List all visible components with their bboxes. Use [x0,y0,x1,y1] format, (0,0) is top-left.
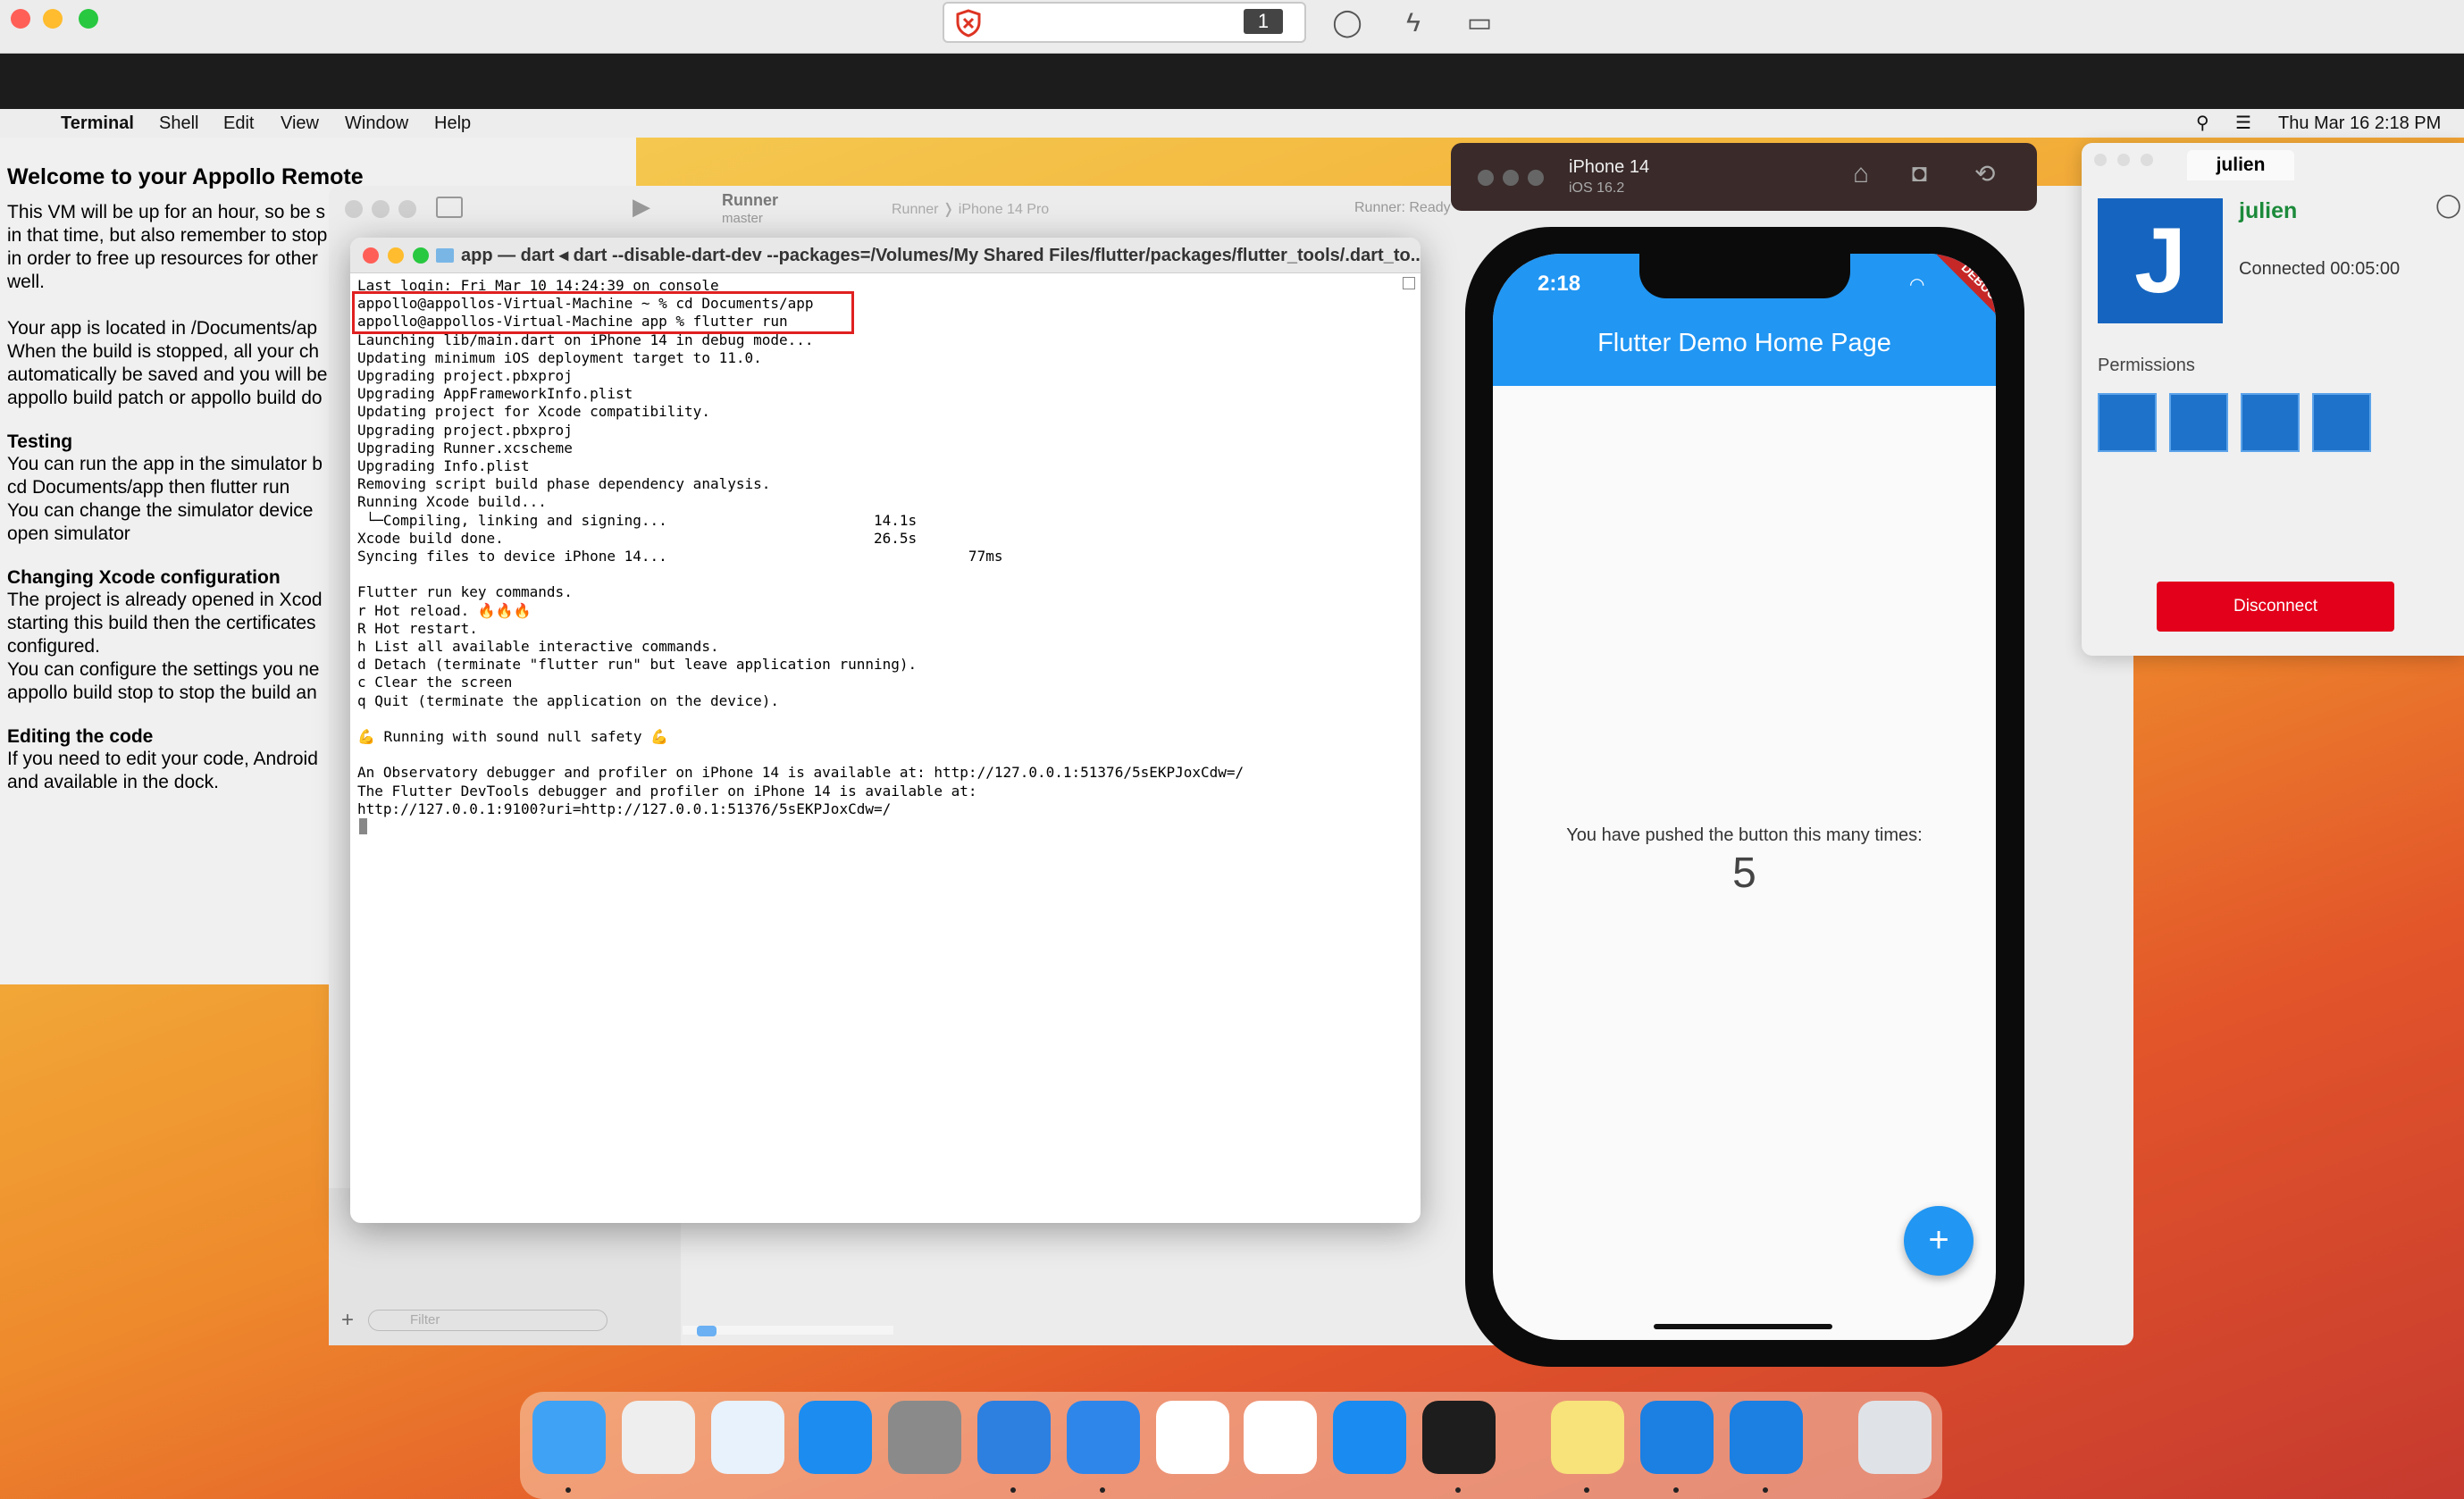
vscode-icon[interactable] [1244,1401,1317,1474]
zoom-button[interactable] [79,9,98,29]
keyboard-mouse-icon[interactable] [2098,393,2157,452]
xcode-status: Runner: Ready [1354,200,1451,215]
running-indicator [1763,1487,1768,1493]
permissions-label: Permissions [2098,356,2195,375]
running-indicator [1010,1487,1016,1493]
debug-banner: DEBUG [1936,254,1996,325]
display-icon[interactable]: ▭ [1462,7,1497,39]
trash-icon[interactable] [1858,1401,1932,1474]
remote-client-icon[interactable] [1730,1401,1803,1474]
terminal-close-button[interactable] [363,247,379,264]
teamviewer-icon[interactable] [1333,1401,1406,1474]
home-indicator [1654,1324,1832,1329]
running-indicator [566,1487,571,1493]
clipboard-icon[interactable] [2169,393,2228,452]
running-indicator [1584,1487,1589,1493]
filter-field[interactable]: Filter [368,1310,608,1331]
folder-icon [436,248,454,263]
running-indicator [1100,1487,1105,1493]
xcode-zoom-button[interactable] [398,200,416,218]
notes-icon[interactable] [1551,1401,1624,1474]
home-icon[interactable]: ⌂ [1853,159,1869,189]
host-strip [0,54,2464,109]
add-icon[interactable]: + [341,1308,354,1333]
xcode-icon[interactable] [977,1401,1051,1474]
xcode-breadcrumb[interactable]: Runner ❭ iPhone 14 Pro [892,200,1049,218]
android-studio-icon[interactable] [1156,1401,1229,1474]
menu-clock: Thu Mar 16 2:18 PM [2278,113,2442,133]
chat-icon[interactable]: ◯ [2435,191,2461,219]
terminal-minimize-button[interactable] [388,247,404,264]
instruments-icon[interactable] [1067,1401,1140,1474]
app-store-icon[interactable] [799,1401,872,1474]
menu-app-name[interactable]: Terminal [61,113,134,134]
status-time: 2:18 [1538,272,1581,296]
search-icon[interactable]: ⚲ [2196,113,2209,134]
counter-value: 5 [1732,850,1756,897]
user-avatar: J [2098,198,2223,323]
remote-session-panel: julien J julien Connected 00:05:00 ◯ Per… [2082,143,2464,656]
panel-zoom-button[interactable] [2141,154,2153,166]
scheme-name[interactable]: Runner [722,191,778,210]
sim-device-name: iPhone 14 [1569,157,1650,177]
session-tab[interactable]: julien [2187,150,2294,180]
sidebar-toggle-icon[interactable] [436,197,463,218]
connection-status: Connected 00:05:00 [2239,259,2401,279]
chat-icon[interactable]: ◯ [1329,7,1365,39]
panel-close-button[interactable] [2094,154,2107,166]
safari-icon[interactable] [711,1401,784,1474]
terminal-title: app — dart ◂ dart --disable-dart-dev --p… [350,238,1421,273]
menu-bar: Terminal Shell Edit View Window Help ⚲ ☰… [0,109,2464,138]
xcode-minimize-button[interactable] [372,200,390,218]
session-count-badge: 1 [1244,9,1283,34]
terminal-icon[interactable] [1422,1401,1496,1474]
user-name: julien [2239,198,2298,223]
menu-shell[interactable]: Shell [159,113,198,134]
rotate-icon[interactable]: ⟲ [1974,159,1995,188]
system-settings-icon[interactable] [888,1401,961,1474]
screenshot-icon[interactable]: ◘ [1912,159,1927,188]
shield-x-icon [956,9,981,38]
iphone-notch [1639,254,1850,298]
terminal-output[interactable]: Last login: Fri Mar 10 14:24:39 on conso… [350,273,1421,818]
terminal-scrollbar[interactable] [1403,277,1415,289]
increment-fab[interactable]: + [1904,1206,1974,1276]
menu-view[interactable]: View [281,113,319,134]
close-button[interactable] [11,9,30,29]
terminal-zoom-button[interactable] [413,247,429,264]
scheme-branch: master [722,211,763,226]
terminal-cursor [359,818,367,834]
control-center-icon[interactable]: ☰ [2235,113,2251,134]
host-toolbar: 1 ◯ ϟ ▭ [0,0,2464,54]
speaker-icon[interactable] [2241,393,2300,452]
debug-indicator [697,1326,717,1336]
wifi-icon: ◠ [1909,275,1925,295]
menu-edit[interactable]: Edit [223,113,254,134]
running-indicator [1673,1487,1679,1493]
iphone-screen: 2:18 ◠ DEBUG Flutter Demo Home Page You … [1493,254,1996,1340]
launchpad-icon[interactable] [622,1401,695,1474]
menu-help[interactable]: Help [434,113,471,134]
app-title: Flutter Demo Home Page [1597,329,1891,357]
panel-minimize-button[interactable] [2117,154,2130,166]
file-transfer-icon[interactable] [2312,393,2371,452]
permissions-row [2098,393,2393,456]
bolt-icon[interactable]: ϟ [1395,7,1431,39]
terminal-window: app — dart ◂ dart --disable-dart-dev --p… [350,238,1421,1223]
menu-window[interactable]: Window [345,113,408,134]
disconnect-button[interactable]: Disconnect [2157,582,2394,632]
counter-label: You have pushed the button this many tim… [1566,825,1923,845]
remote-client-icon[interactable] [1640,1401,1714,1474]
sim-os-version: iOS 16.2 [1569,180,1625,196]
running-indicator [1455,1487,1461,1493]
simulator-toolbar: iPhone 14 iOS 16.2 ⌂ ◘ ⟲ [1451,143,2037,211]
xcode-close-button[interactable] [345,200,363,218]
sim-minimize-button[interactable] [1503,170,1519,186]
sim-close-button[interactable] [1478,170,1494,186]
minimize-button[interactable] [43,9,63,29]
command-highlight [352,291,854,334]
finder-icon[interactable] [532,1401,606,1474]
run-icon[interactable]: ▶ [633,193,650,221]
sim-zoom-button[interactable] [1528,170,1544,186]
